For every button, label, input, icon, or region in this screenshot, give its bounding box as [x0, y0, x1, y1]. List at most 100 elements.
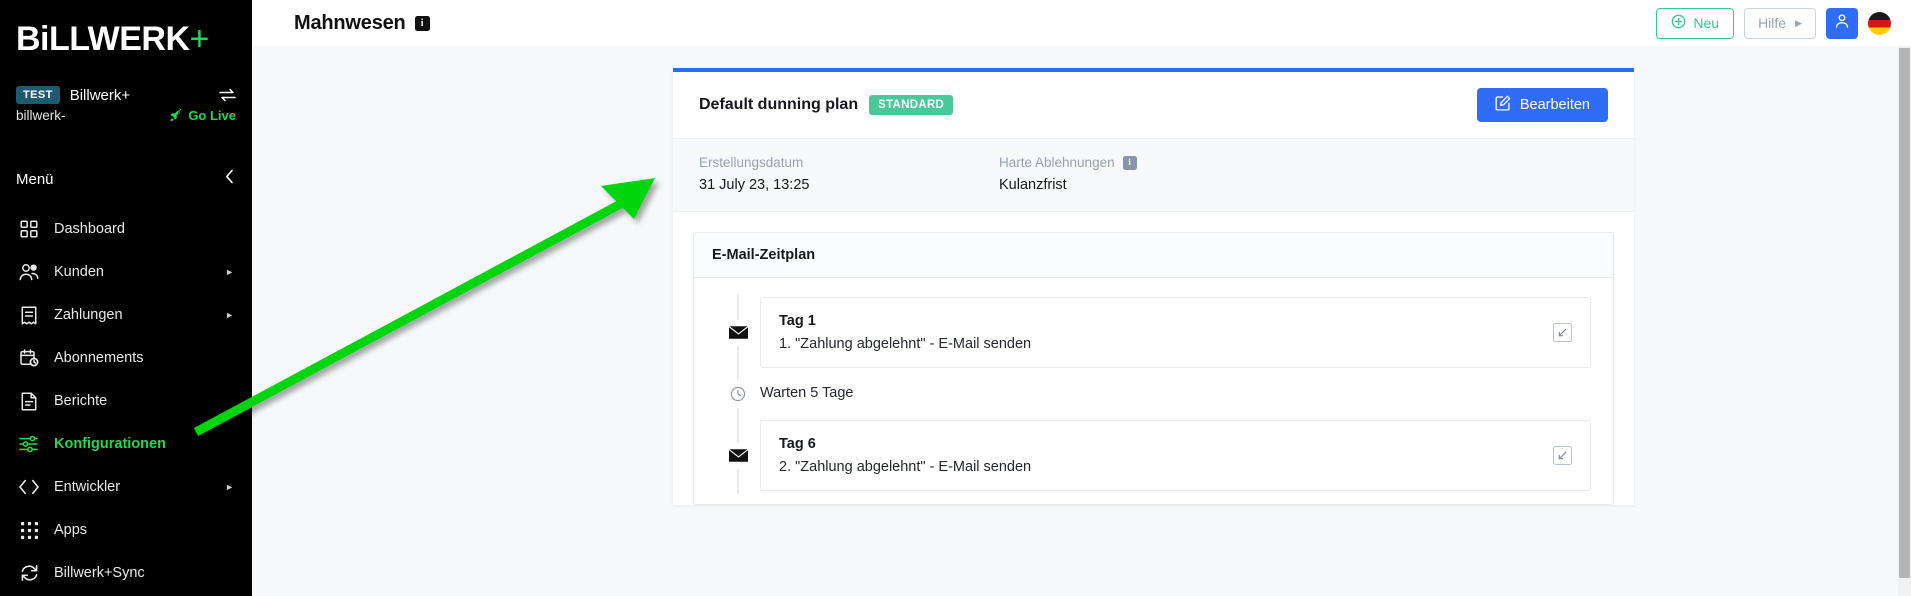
tenant-switcher[interactable]: TEST Billwerk+ billwerk- Go Live	[0, 70, 252, 123]
sidebar-item-label: Abonnements	[54, 350, 144, 367]
email-step-description: 2. "Zahlung abgelehnt" - E-Mail senden	[779, 459, 1032, 475]
calendar-clock-icon	[18, 347, 40, 369]
sidebar-item-kunden[interactable]: Kunden ►	[0, 258, 252, 286]
caret-right-icon: ▶	[1795, 17, 1802, 28]
new-button[interactable]: Neu	[1656, 7, 1735, 39]
chevron-left-icon[interactable]	[225, 169, 234, 189]
timeline-step-body: Tag 6 2. "Zahlung abgelehnt" - E-Mail se…	[760, 417, 1591, 494]
email-step-card[interactable]: Tag 6 2. "Zahlung abgelehnt" - E-Mail se…	[760, 420, 1591, 491]
help-button-label: Hilfe	[1758, 15, 1787, 31]
brand-logo-plus: +	[189, 20, 210, 58]
code-icon	[18, 476, 40, 498]
email-step-day: Tag 1	[779, 313, 816, 329]
dunning-plan-card: Default dunning plan STANDARD Bearbeiten…	[673, 68, 1634, 505]
plan-card-header: Default dunning plan STANDARD Bearbeiten	[673, 72, 1634, 139]
new-button-label: Neu	[1693, 15, 1720, 31]
go-live-label: Go Live	[188, 108, 236, 124]
vertical-scrollbar[interactable]	[1898, 46, 1911, 596]
menu-header: Menü	[0, 159, 252, 199]
wait-step-text: Warten 5 Tage	[760, 385, 854, 401]
main-area: Mahnwesen i Neu Hilfe ▶ Default dunning …	[252, 0, 1911, 596]
sidebar-item-entwickler[interactable]: Entwickler ►	[0, 473, 252, 501]
email-schedule-panel: E-Mail-Zeitplan Tag 1 1. "Zahlung abgele…	[693, 232, 1614, 505]
email-step-description: 1. "Zahlung abgelehnt" - E-Mail senden	[779, 336, 1032, 352]
meta-hard-declines: Harte Ablehnungen i Kulanzfrist	[999, 155, 1137, 193]
edit-button[interactable]: Bearbeiten	[1476, 88, 1608, 122]
meta-created-date: Erstellungsdatum 31 July 23, 13:25	[699, 155, 999, 193]
meta-value: Kulanzfrist	[999, 177, 1067, 193]
page-title-text: Mahnwesen	[294, 11, 406, 34]
scrollbar-thumb[interactable]	[1899, 48, 1910, 578]
meta-label: Erstellungsdatum	[699, 155, 804, 170]
sidebar-nav: Dashboard Kunden ► Zahlungen ► Abonnemen…	[0, 215, 252, 587]
timeline-gutter	[716, 371, 760, 417]
apps-grid-icon	[18, 519, 40, 541]
email-step-texts: Tag 6 2. "Zahlung abgelehnt" - E-Mail se…	[779, 436, 1553, 475]
brand-logo-text: BiLLWERK	[16, 20, 190, 58]
sidebar-item-konfigurationen[interactable]: Konfigurationen	[0, 430, 252, 458]
timeline-step-body: Tag 1 1. "Zahlung abgelehnt" - E-Mail se…	[760, 294, 1591, 371]
top-bar: Mahnwesen i Neu Hilfe ▶	[252, 0, 1911, 46]
sidebar-item-label: Apps	[54, 522, 88, 539]
document-icon	[18, 390, 40, 412]
sidebar-item-billwerk-sync[interactable]: Billwerk+Sync	[0, 559, 252, 587]
timeline-gutter	[716, 294, 760, 371]
sidebar-item-label: Billwerk+Sync	[54, 565, 145, 582]
sidebar-item-label: Kunden	[54, 264, 104, 281]
tenant-subdomain: billwerk-	[16, 108, 66, 124]
email-step-card[interactable]: Tag 1 1. "Zahlung abgelehnt" - E-Mail se…	[760, 297, 1591, 368]
envelope-icon	[725, 442, 751, 469]
meta-label: Harte Ablehnungen	[999, 155, 1115, 170]
chevron-right-icon: ►	[225, 267, 234, 278]
content-scroll-area: Default dunning plan STANDARD Bearbeiten…	[252, 46, 1911, 596]
help-button[interactable]: Hilfe ▶	[1744, 7, 1816, 39]
timeline-step-email: Tag 1 1. "Zahlung abgelehnt" - E-Mail se…	[716, 294, 1591, 371]
sidebar-item-dashboard[interactable]: Dashboard	[0, 215, 252, 243]
sidebar-item-label: Dashboard	[54, 221, 125, 238]
email-step-day: Tag 6	[779, 436, 816, 452]
users-icon	[18, 261, 40, 283]
timeline-step-wait: Warten 5 Tage	[716, 371, 1591, 417]
plus-circle-icon	[1671, 14, 1686, 32]
tenant-environment-badge: TEST	[16, 86, 60, 105]
pencil-square-icon	[1495, 95, 1511, 115]
info-icon[interactable]: i	[414, 15, 430, 31]
page-title: Mahnwesen i	[294, 12, 430, 35]
brand-logo[interactable]: BiLLWERK+	[0, 0, 252, 70]
sidebar-item-berichte[interactable]: Berichte	[0, 387, 252, 415]
chevron-right-icon: ►	[225, 482, 234, 493]
expand-arrow-icon[interactable]	[1553, 446, 1572, 465]
plan-title: Default dunning plan	[699, 96, 859, 113]
user-avatar-icon	[1834, 13, 1850, 34]
plan-meta-row: Erstellungsdatum 31 July 23, 13:25 Harte…	[673, 139, 1634, 212]
sidebar: BiLLWERK+ TEST Billwerk+ billwerk- Go Li…	[0, 0, 252, 596]
user-avatar-button[interactable]	[1826, 7, 1858, 39]
app-root: BiLLWERK+ TEST Billwerk+ billwerk- Go Li…	[0, 0, 1911, 596]
swap-arrows-icon[interactable]	[219, 88, 236, 102]
sidebar-item-label: Konfigurationen	[54, 436, 166, 453]
schedule-timeline: Tag 1 1. "Zahlung abgelehnt" - E-Mail se…	[694, 278, 1613, 504]
sidebar-item-zahlungen[interactable]: Zahlungen ►	[0, 301, 252, 329]
grid-icon	[18, 218, 40, 240]
sidebar-item-label: Berichte	[54, 393, 108, 410]
info-icon[interactable]: i	[1122, 155, 1137, 170]
top-actions: Neu Hilfe ▶	[1656, 7, 1891, 39]
sidebar-item-abonnements[interactable]: Abonnements	[0, 344, 252, 372]
tenant-name: Billwerk+	[69, 86, 131, 104]
expand-arrow-icon[interactable]	[1553, 323, 1572, 342]
german-flag-icon[interactable]	[1868, 11, 1891, 35]
menu-label: Menü	[16, 170, 54, 188]
envelope-icon	[725, 319, 751, 346]
clock-icon	[727, 380, 749, 408]
sidebar-item-apps[interactable]: Apps	[0, 516, 252, 544]
go-live-button[interactable]: Go Live	[170, 108, 236, 123]
sidebar-item-label: Entwickler	[54, 479, 121, 496]
receipt-icon	[18, 304, 40, 326]
meta-label-wrap: Harte Ablehnungen i	[999, 155, 1137, 170]
chevron-right-icon: ►	[225, 310, 234, 321]
timeline-step-body: Warten 5 Tage	[760, 371, 1591, 417]
edit-button-label: Bearbeiten	[1519, 97, 1590, 113]
meta-value: 31 July 23, 13:25	[699, 177, 810, 193]
timeline-step-email: Tag 6 2. "Zahlung abgelehnt" - E-Mail se…	[716, 417, 1591, 494]
sidebar-item-label: Zahlungen	[54, 307, 123, 324]
